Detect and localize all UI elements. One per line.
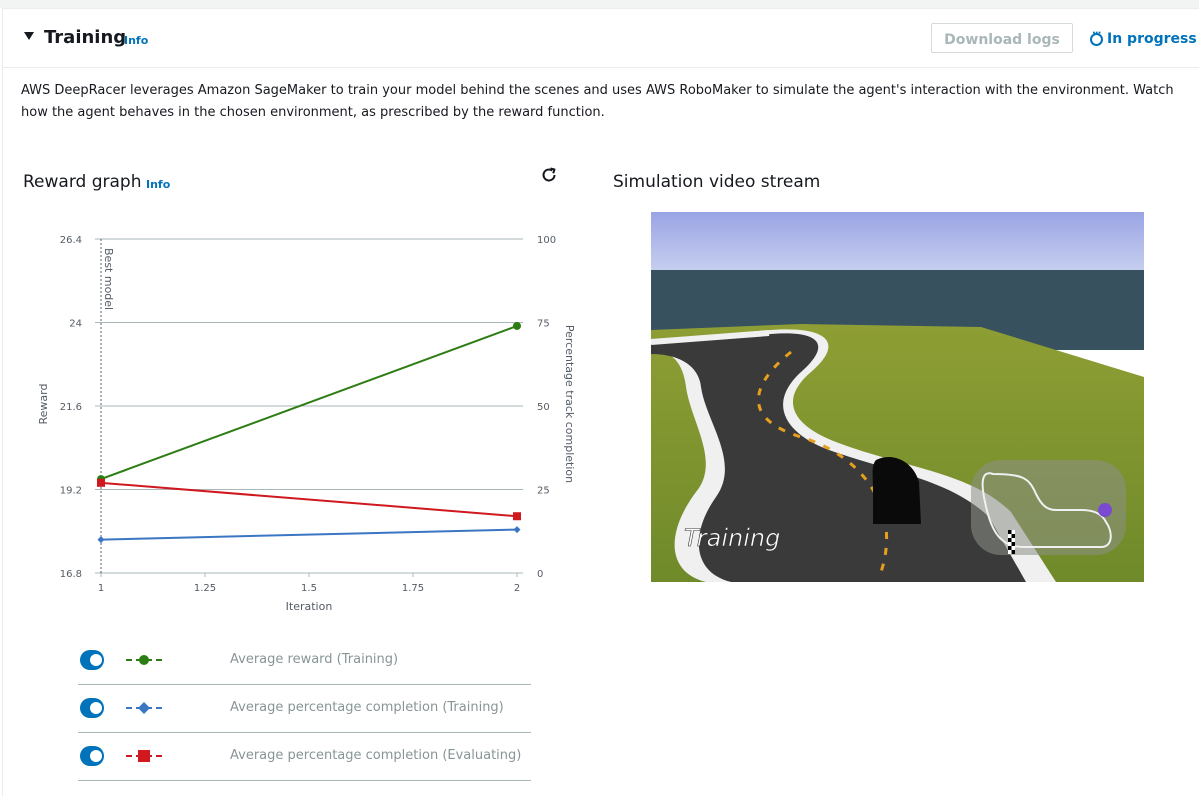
series-line xyxy=(100,481,518,518)
reward-graph-title: Reward graph xyxy=(23,172,142,192)
series-toggle[interactable] xyxy=(80,650,104,670)
panel-header: Training Info Download logs In progress xyxy=(3,9,1199,68)
legend-item[interactable]: Average reward (Training) xyxy=(78,637,531,685)
reward-graph: 16.8 19.2 21.6 24 26.4 0 25 50 75 100 1 1.25 1.5 1.75… xyxy=(37,235,576,613)
legend-item[interactable]: Average percentage completion (Training) xyxy=(78,685,531,733)
training-description: AWS DeepRacer leverages Amazon SageMaker… xyxy=(21,83,1174,120)
y-tick-label: 26.4 xyxy=(60,235,82,246)
video-stream-title: Simulation video stream xyxy=(613,172,821,192)
x-tick-label: 1 xyxy=(98,583,104,594)
series-toggle[interactable] xyxy=(80,746,104,766)
legend-label: Average percentage completion (Evaluatin… xyxy=(230,748,522,763)
best-model-label: Best model xyxy=(102,248,115,310)
y-tick-label: 19.2 xyxy=(60,486,82,497)
video-frame: Training xyxy=(651,212,1144,582)
status-label: In progress xyxy=(1107,31,1197,47)
circle-marker-icon xyxy=(126,655,162,665)
data-point xyxy=(513,321,521,330)
y2-tick-label: 0 xyxy=(537,569,543,580)
status-indicator: In progress xyxy=(1090,28,1197,47)
legend-item[interactable]: Average percentage completion (Evaluatin… xyxy=(78,733,531,781)
y2-tick-label: 100 xyxy=(537,235,556,246)
legend-label: Average percentage completion (Training) xyxy=(230,700,504,715)
collapse-caret-icon[interactable] xyxy=(24,32,34,40)
data-point xyxy=(513,512,521,521)
download-logs-button[interactable]: Download logs xyxy=(931,23,1073,53)
chart-series xyxy=(97,321,521,544)
y2-axis-label: Percentage track completion xyxy=(563,325,576,483)
chart-axis-labels: Reward Percentage track completion Itera… xyxy=(37,248,576,613)
chart-grid: 16.8 19.2 21.6 24 26.4 0 25 50 75 100 1 1.25 1.5 1.75… xyxy=(60,235,556,594)
data-point xyxy=(513,526,521,534)
y-tick-label: 16.8 xyxy=(60,569,82,580)
y2-tick-label: 75 xyxy=(537,319,550,330)
data-point xyxy=(97,478,105,487)
legend-label: Average reward (Training) xyxy=(230,652,399,667)
x-tick-label: 2 xyxy=(514,583,520,594)
y2-tick-label: 25 xyxy=(537,486,550,497)
info-link[interactable]: Info xyxy=(124,34,148,47)
y-tick-label: 24 xyxy=(69,319,82,330)
video-overlay-label: Training xyxy=(684,524,780,552)
series-toggle[interactable] xyxy=(80,698,104,718)
y2-tick-label: 50 xyxy=(537,402,550,413)
x-tick-label: 1.75 xyxy=(402,583,424,594)
refresh-icon[interactable] xyxy=(540,166,558,184)
diamond-marker-icon xyxy=(126,702,162,714)
series-line xyxy=(100,325,518,481)
section-title[interactable]: Training xyxy=(44,27,126,48)
in-progress-icon xyxy=(1090,28,1103,46)
chart-legend: Average reward (Training) Average percen… xyxy=(78,637,531,781)
square-marker-icon xyxy=(126,750,162,762)
x-tick-label: 1.25 xyxy=(194,583,216,594)
y-axis-label: Reward xyxy=(37,384,50,425)
y-tick-label: 21.6 xyxy=(60,402,82,413)
top-strip xyxy=(0,0,1199,8)
reward-graph-info-link[interactable]: Info xyxy=(146,178,170,191)
series-line xyxy=(100,528,518,541)
x-tick-label: 1.5 xyxy=(301,583,317,594)
simulation-video[interactable]: Training xyxy=(651,212,1144,582)
data-point xyxy=(97,536,105,544)
x-axis-label: Iteration xyxy=(286,600,333,613)
